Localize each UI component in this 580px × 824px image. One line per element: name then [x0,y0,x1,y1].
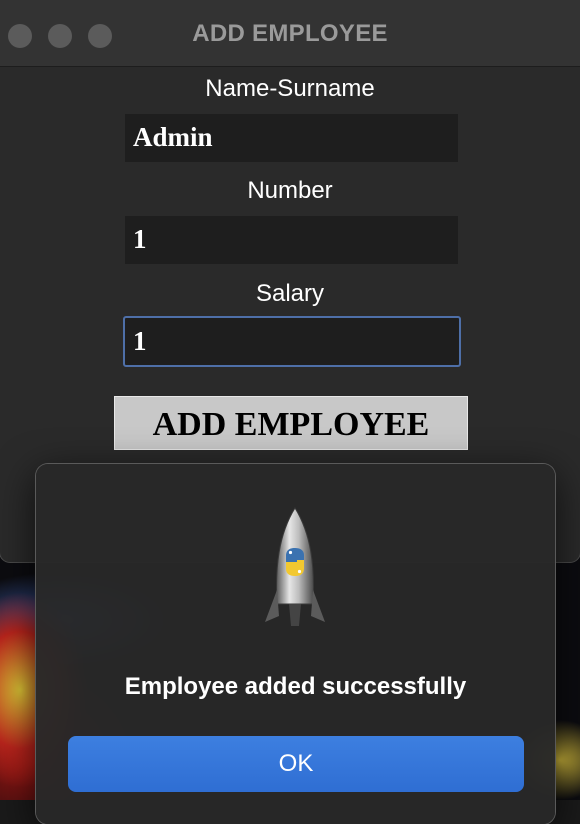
number-value: 1 [133,224,147,254]
alert-message: Employee added successfully [124,673,467,700]
title-bar[interactable]: ADD EMPLOYEE [0,0,580,67]
number-field[interactable]: 1 [125,216,458,264]
salary-label: Salary [255,280,325,307]
salary-value: 1 [133,326,147,356]
add-employee-button[interactable]: ADD EMPLOYEE [114,396,468,450]
name-surname-label: Name-Surname [205,75,375,102]
window-title: ADD EMPLOYEE [192,20,388,47]
alert-dialog: Employee added successfully OK [36,464,555,824]
number-label: Number [247,177,333,204]
ok-button[interactable]: OK [68,736,524,792]
name-surname-field[interactable]: Admin [125,114,458,162]
salary-field[interactable]: 1 [123,316,461,367]
name-surname-value: Admin [133,122,213,152]
python-launcher-rocket-icon [265,507,325,626]
